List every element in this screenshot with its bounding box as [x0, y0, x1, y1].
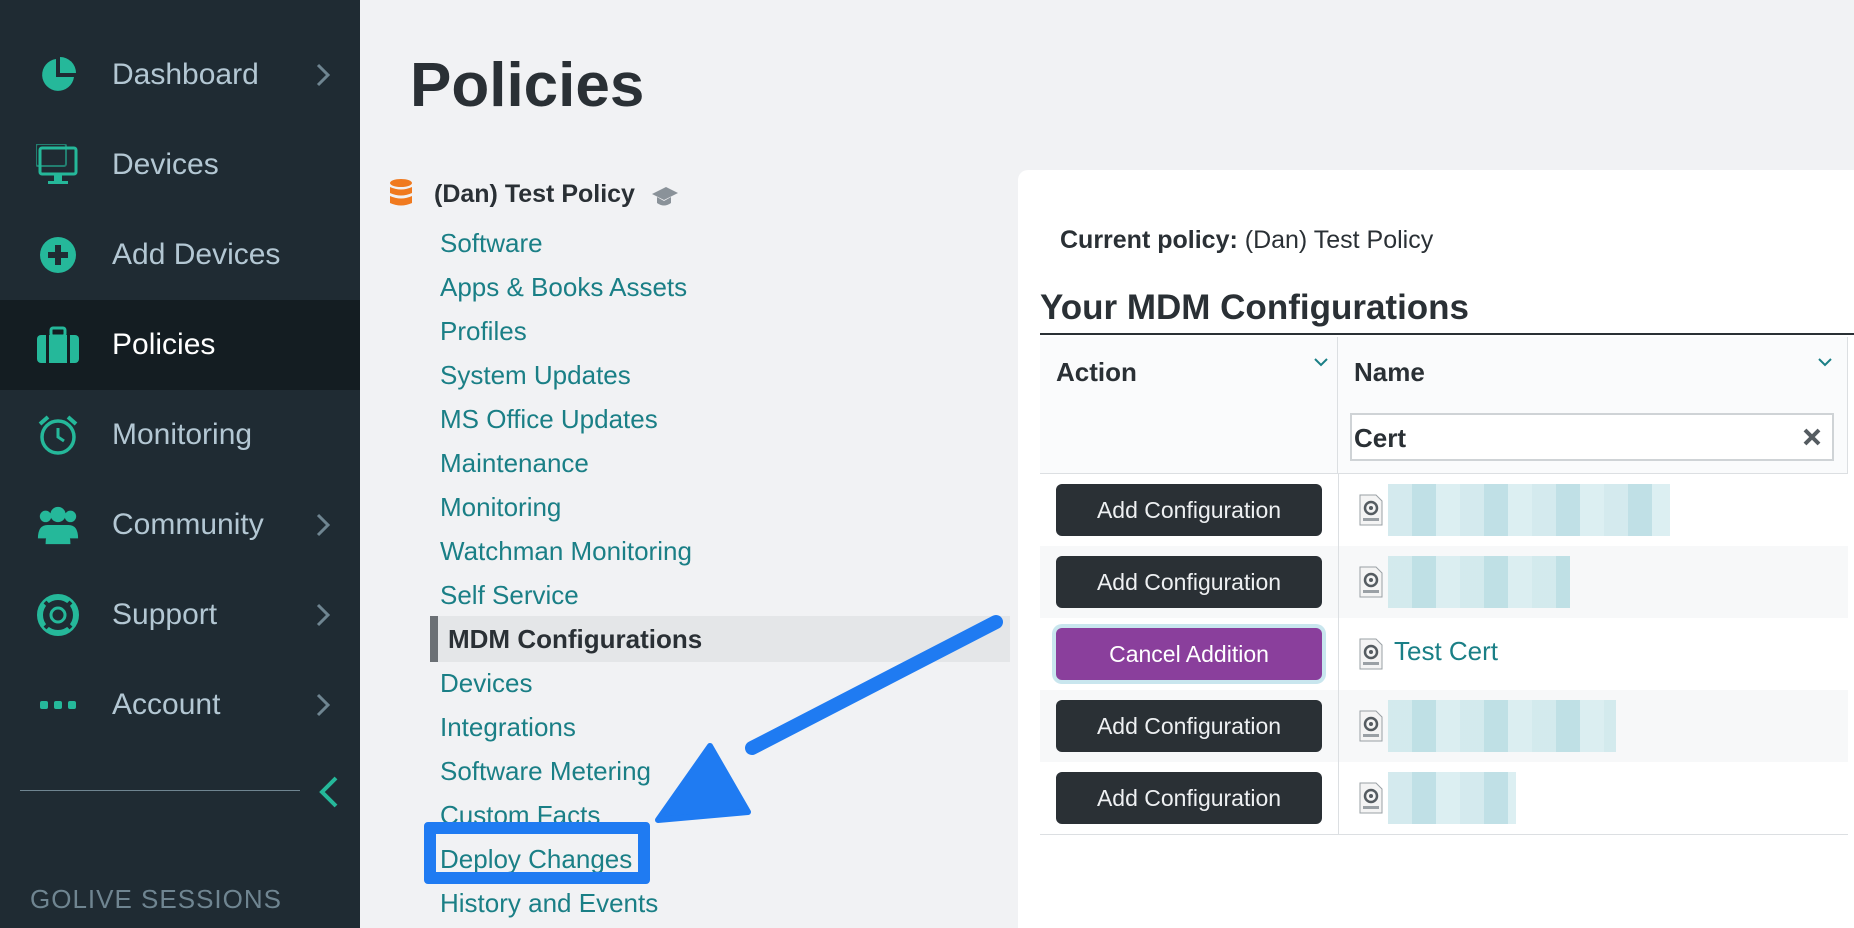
policy-menu-item-watchman-monitoring[interactable]: Watchman Monitoring [440, 536, 692, 567]
sidebar-item-label: Monitoring [112, 418, 253, 451]
config-file-icon [1359, 782, 1383, 814]
table-row: Add Configuration [1040, 474, 1848, 546]
policy-menu-item-history-and-events[interactable]: History and Events [440, 888, 658, 919]
sidebar-item-label: Dashboard [112, 58, 259, 91]
config-file-icon [1359, 566, 1383, 598]
column-divider [1338, 618, 1339, 690]
sidebar-item-label: Support [112, 598, 218, 631]
briefcase-icon [36, 323, 80, 367]
add-configuration-button[interactable]: Add Configuration [1056, 556, 1322, 608]
table-row: Add Configuration [1040, 762, 1848, 834]
config-file-icon [1359, 710, 1383, 742]
sidebar-item-monitoring[interactable]: Monitoring [0, 390, 360, 480]
table-row: Add Configuration [1040, 690, 1848, 762]
policy-menu-item-apps-books-assets[interactable]: Apps & Books Assets [440, 272, 687, 303]
pie-chart-icon [36, 53, 80, 97]
people-icon [36, 503, 80, 547]
column-divider [1338, 690, 1339, 762]
chevron-right-icon [316, 63, 331, 87]
lifebuoy-icon [36, 593, 80, 637]
add-configuration-button[interactable]: Add Configuration [1056, 484, 1322, 536]
sidebar-item-support[interactable]: Support [0, 570, 360, 660]
add-configuration-button[interactable]: Add Configuration [1056, 772, 1322, 824]
policy-menu-item-mdm-configurations[interactable]: MDM Configurations [430, 616, 1010, 662]
table-row: Cancel Addition Test Cert [1040, 618, 1848, 690]
policy-menu-item-profiles[interactable]: Profiles [440, 316, 527, 347]
alarm-clock-icon [36, 413, 80, 457]
chevron-right-icon [316, 513, 331, 537]
section-title-rule [1040, 333, 1854, 335]
column-header-name[interactable]: Name Cert [1338, 337, 1848, 473]
policy-menu-item-software-metering[interactable]: Software Metering [440, 756, 651, 787]
monitor-icon [36, 143, 80, 187]
graduation-cap-icon [652, 187, 678, 206]
current-policy-value: (Dan) Test Policy [1244, 226, 1434, 254]
configuration-name-link[interactable]: Test Cert [1394, 636, 1498, 667]
collapse-sidebar-icon[interactable] [314, 774, 344, 810]
redacted-name [1388, 772, 1516, 824]
redacted-name [1388, 700, 1616, 752]
cancel-addition-button[interactable]: Cancel Addition [1056, 628, 1322, 680]
add-configuration-button[interactable]: Add Configuration [1056, 700, 1322, 752]
chevron-right-icon [316, 693, 331, 717]
policy-menu-item-software[interactable]: Software [440, 228, 543, 259]
sidebar: Dashboard Devices Add Devices Policies M… [0, 0, 360, 928]
table-row: Add Configuration [1040, 546, 1848, 618]
name-filter-value: Cert [1354, 423, 1407, 453]
column-header-label: Name [1354, 357, 1425, 387]
column-divider [1338, 762, 1339, 834]
table-bottom-rule [1040, 834, 1848, 835]
column-header-label: Action [1056, 357, 1137, 387]
database-icon [390, 179, 412, 206]
sidebar-divider [20, 790, 300, 791]
chevron-right-icon [316, 603, 331, 627]
policy-menu-item-self-service[interactable]: Self Service [440, 580, 579, 611]
sidebar-item-dashboard[interactable]: Dashboard [0, 30, 360, 120]
more-dots-icon [36, 683, 80, 727]
sidebar-item-account[interactable]: Account [0, 660, 360, 750]
page-title: Policies [410, 51, 645, 120]
sort-chevron-icon[interactable] [1816, 355, 1834, 369]
redacted-name [1388, 484, 1670, 536]
current-policy: Current policy: (Dan) Test Policy [1060, 226, 1433, 255]
config-file-icon [1359, 638, 1383, 670]
sidebar-item-policies[interactable]: Policies [0, 300, 360, 390]
sort-chevron-icon[interactable] [1312, 355, 1330, 369]
policy-menu-item-maintenance[interactable]: Maintenance [440, 448, 589, 479]
policy-menu-item-integrations[interactable]: Integrations [440, 712, 576, 743]
sidebar-item-devices[interactable]: Devices [0, 120, 360, 210]
sidebar-item-label: Add Devices [112, 238, 281, 271]
redacted-name [1388, 556, 1570, 608]
section-title: Your MDM Configurations [1040, 288, 1470, 327]
column-divider [1338, 546, 1339, 618]
policy-menu-item-ms-office-updates[interactable]: MS Office Updates [440, 404, 658, 435]
policy-menu-item-monitoring[interactable]: Monitoring [440, 492, 561, 523]
sidebar-item-label: Account [112, 688, 221, 721]
config-file-icon [1359, 494, 1383, 526]
plus-circle-icon [36, 233, 80, 277]
golive-sessions-label: GOLIVE SESSIONS [30, 884, 282, 914]
column-divider [1338, 474, 1339, 546]
policy-name: (Dan) Test Policy [434, 180, 635, 208]
sidebar-item-add-devices[interactable]: Add Devices [0, 210, 360, 300]
sidebar-item-community[interactable]: Community [0, 480, 360, 570]
deploy-changes-highlight [424, 822, 650, 884]
policy-menu-item-system-updates[interactable]: System Updates [440, 360, 631, 391]
name-filter-input[interactable]: Cert [1350, 413, 1834, 461]
clear-filter-icon[interactable] [1800, 425, 1824, 449]
column-header-action[interactable]: Action [1040, 337, 1338, 473]
sidebar-item-label: Community [112, 508, 264, 541]
sidebar-item-label: Devices [112, 148, 219, 181]
current-policy-label: Current policy: [1060, 226, 1238, 254]
policy-menu-item-devices[interactable]: Devices [440, 668, 532, 699]
sidebar-item-label: Policies [112, 328, 216, 361]
